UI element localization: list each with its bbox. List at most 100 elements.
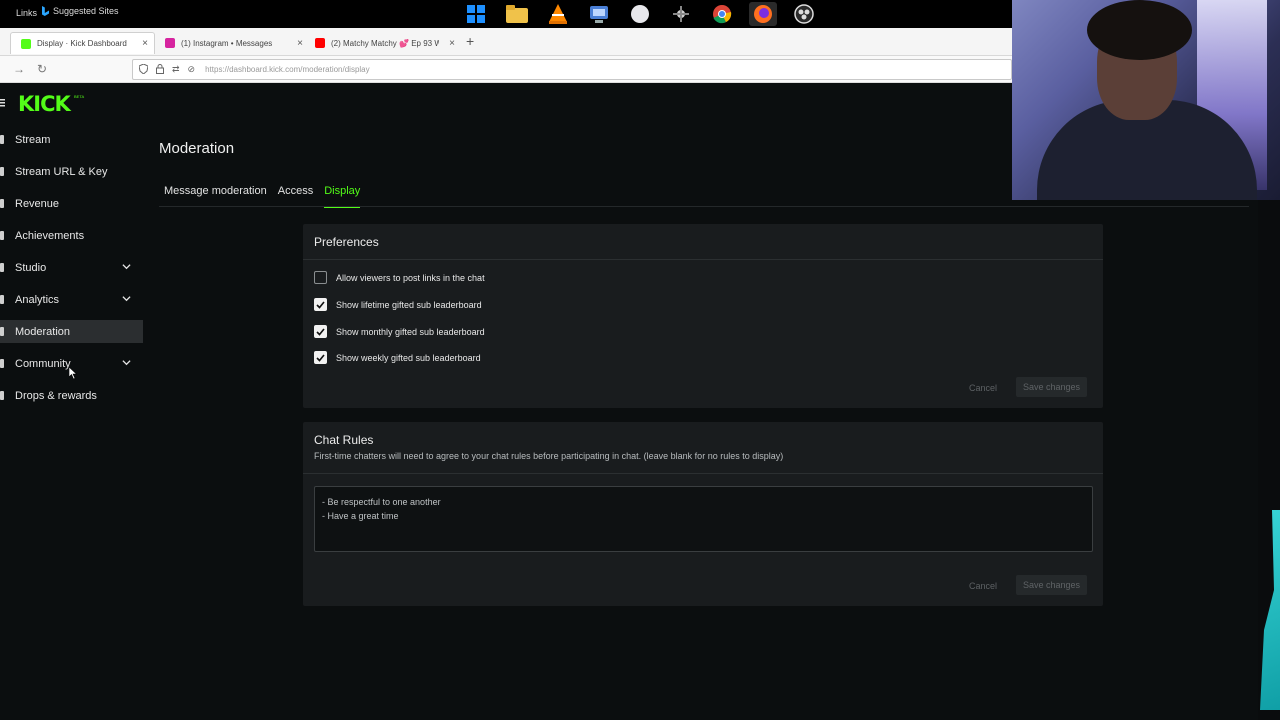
checkbox-label: Show monthly gifted sub leaderboard bbox=[336, 326, 485, 337]
url-text: https://dashboard.kick.com/moderation/di… bbox=[205, 65, 370, 74]
file-explorer-icon[interactable] bbox=[503, 2, 531, 26]
sidebar-item-achievements[interactable]: Achievements bbox=[0, 224, 143, 247]
moderation-tabs: Message moderation Access Display bbox=[164, 185, 361, 208]
card-divider bbox=[303, 473, 1103, 474]
community-icon bbox=[0, 359, 4, 368]
lifetime-leaderboard-checkbox[interactable] bbox=[314, 298, 327, 311]
allow-links-checkbox-row[interactable]: Allow viewers to post links in the chat bbox=[314, 271, 485, 284]
person-hair bbox=[1087, 0, 1192, 60]
instagram-favicon-icon bbox=[165, 38, 175, 48]
tab-title: (1) Instagram • Messages bbox=[181, 38, 273, 48]
sidebar-item-moderation[interactable]: Moderation bbox=[0, 320, 143, 343]
tab-title: (2) Matchy Matchy 💕 Ep 93 Wan bbox=[331, 38, 439, 48]
card-divider bbox=[303, 259, 1103, 260]
stream-overlay-strip bbox=[1258, 200, 1280, 720]
chevron-down-icon[interactable] bbox=[122, 294, 131, 303]
lifetime-leaderboard-checkbox-row[interactable]: Show lifetime gifted sub leaderboard bbox=[314, 298, 482, 311]
key-icon bbox=[0, 167, 4, 176]
url-bar[interactable]: ⇄ ⊘ https://dashboard.kick.com/moderatio… bbox=[132, 59, 1012, 80]
save-changes-button[interactable]: Save changes bbox=[1016, 575, 1088, 595]
tab-message-moderation[interactable]: Message moderation bbox=[164, 185, 267, 208]
obs-icon[interactable] bbox=[790, 2, 818, 26]
sidebar-item-revenue[interactable]: Revenue bbox=[0, 192, 143, 215]
chat-rules-textarea[interactable]: - Be respectful to one another - Have a … bbox=[314, 486, 1093, 552]
kick-favicon-icon bbox=[21, 38, 31, 49]
preferences-heading: Preferences bbox=[314, 235, 379, 249]
close-tab-icon[interactable]: × bbox=[142, 38, 148, 49]
chat-rules-description: First-time chatters will need to agree t… bbox=[314, 451, 784, 461]
sidebar-item-label: Community bbox=[15, 357, 71, 370]
stream-icon bbox=[0, 135, 4, 144]
permissions-icon: ⇄ bbox=[172, 64, 180, 74]
sidebar-item-analytics[interactable]: Analytics bbox=[0, 288, 143, 311]
tab-access[interactable]: Access bbox=[278, 185, 313, 208]
bing-icon bbox=[42, 6, 49, 16]
gift-icon bbox=[0, 391, 4, 400]
chrome-icon[interactable] bbox=[708, 2, 736, 26]
app-circle-icon[interactable] bbox=[626, 2, 654, 26]
tab-display[interactable]: Display bbox=[324, 185, 361, 208]
browser-tab-youtube[interactable]: (2) Matchy Matchy 💕 Ep 93 Wan × bbox=[315, 32, 455, 54]
screen: Links Suggested Sites Display · Kick Das… bbox=[0, 0, 1280, 720]
reload-icon[interactable]: ↻ bbox=[37, 62, 47, 76]
close-tab-icon[interactable]: × bbox=[449, 38, 455, 49]
chevron-down-icon[interactable] bbox=[122, 262, 131, 271]
cancel-button[interactable]: Cancel bbox=[969, 581, 997, 591]
lock-icon bbox=[156, 63, 164, 76]
vlc-icon[interactable] bbox=[544, 2, 572, 26]
overlay-graphic bbox=[1260, 510, 1280, 710]
chevron-down-icon[interactable] bbox=[122, 358, 131, 367]
address-bar-row: → ↻ ⇄ ⊘ https://dashboard.kick.com/moder… bbox=[0, 56, 1012, 83]
browser-tab-kick[interactable]: Display · Kick Dashboard × bbox=[10, 32, 155, 54]
suggested-sites-link[interactable]: Suggested Sites bbox=[42, 6, 119, 16]
preferences-card: Preferences Allow viewers to post links … bbox=[303, 224, 1103, 408]
sidebar-item-drops-rewards[interactable]: Drops & rewards bbox=[0, 384, 143, 407]
browser-tab-instagram[interactable]: (1) Instagram • Messages × bbox=[165, 32, 303, 54]
sidebar-item-label: Achievements bbox=[15, 229, 85, 242]
sidebar-item-label: Moderation bbox=[15, 325, 71, 338]
analytics-icon bbox=[0, 295, 4, 304]
suggested-sites-label: Suggested Sites bbox=[53, 6, 119, 16]
sidebar-item-label: Studio bbox=[15, 261, 47, 274]
revenue-icon bbox=[0, 199, 4, 208]
sidebar-item-stream[interactable]: Stream bbox=[0, 128, 143, 151]
close-tab-icon[interactable]: × bbox=[297, 38, 303, 49]
weekly-leaderboard-checkbox[interactable] bbox=[314, 351, 327, 364]
sidebar-item-stream-url-key[interactable]: Stream URL & Key bbox=[0, 160, 143, 183]
checkbox-label: Show weekly gifted sub leaderboard bbox=[336, 352, 481, 363]
monthly-leaderboard-checkbox[interactable] bbox=[314, 325, 327, 338]
control-panel-icon[interactable] bbox=[585, 2, 613, 26]
checkbox-label: Show lifetime gifted sub leaderboard bbox=[336, 299, 482, 310]
webcam-overlay bbox=[1012, 0, 1280, 200]
taskbar bbox=[462, 2, 818, 26]
checkbox-label: Allow viewers to post links in the chat bbox=[336, 272, 485, 283]
bookmarks-bar: Links Suggested Sites bbox=[0, 0, 1012, 28]
tab-title: Display · Kick Dashboard bbox=[37, 39, 127, 48]
monthly-leaderboard-checkbox-row[interactable]: Show monthly gifted sub leaderboard bbox=[314, 325, 485, 338]
satellite-icon[interactable] bbox=[667, 2, 695, 26]
links-label[interactable]: Links bbox=[16, 8, 37, 18]
menu-icon[interactable] bbox=[0, 99, 5, 110]
shield-icon bbox=[0, 327, 4, 336]
forward-icon[interactable]: → bbox=[13, 62, 25, 76]
weekly-leaderboard-checkbox-row[interactable]: Show weekly gifted sub leaderboard bbox=[314, 351, 481, 364]
sidebar-item-label: Analytics bbox=[15, 293, 60, 306]
mouse-cursor-icon bbox=[69, 367, 77, 379]
new-tab-icon[interactable]: + bbox=[466, 33, 474, 49]
save-changes-button[interactable]: Save changes bbox=[1016, 377, 1088, 397]
studio-icon bbox=[0, 263, 4, 272]
windows-start-icon[interactable] bbox=[462, 2, 490, 26]
sidebar-item-label: Stream URL & Key bbox=[15, 165, 108, 178]
trophy-icon bbox=[0, 231, 4, 240]
kick-logo[interactable]: KICK bbox=[18, 92, 71, 116]
checkmark-icon bbox=[316, 300, 325, 309]
allow-links-checkbox[interactable] bbox=[314, 271, 327, 284]
firefox-icon[interactable] bbox=[749, 2, 777, 26]
youtube-favicon-icon bbox=[315, 38, 325, 48]
chat-rules-card: Chat Rules First-time chatters will need… bbox=[303, 422, 1103, 606]
cancel-button[interactable]: Cancel bbox=[969, 383, 997, 393]
tracking-icon: ⊘ bbox=[187, 64, 196, 74]
sidebar-item-label: Revenue bbox=[15, 197, 60, 210]
checkmark-icon bbox=[316, 327, 325, 336]
sidebar-item-studio[interactable]: Studio bbox=[0, 256, 143, 279]
